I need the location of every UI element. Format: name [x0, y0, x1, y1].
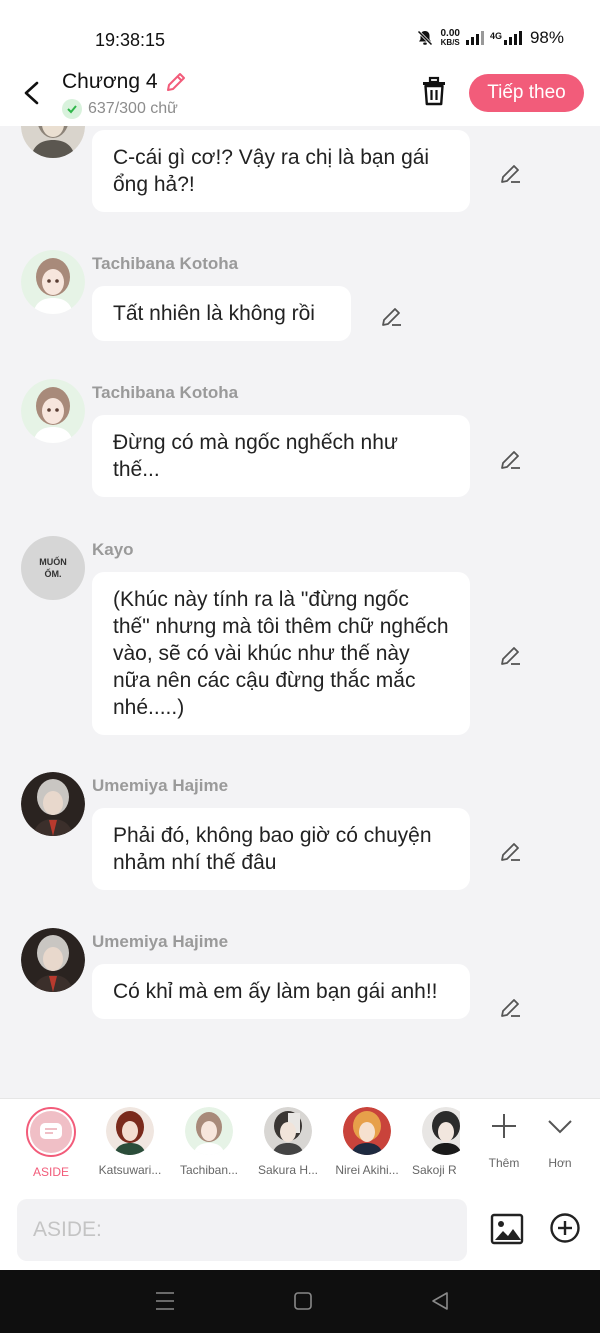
chapter-title[interactable]: Chương 4 — [62, 70, 188, 94]
avatar[interactable] — [21, 126, 85, 158]
trash-icon[interactable] — [419, 76, 449, 108]
character-name: Tachiban... — [179, 1163, 239, 1177]
edit-pencil-icon[interactable] — [499, 643, 523, 667]
character-avatar — [185, 1107, 233, 1155]
avatar[interactable] — [21, 772, 85, 836]
edit-pencil-icon[interactable] — [499, 161, 523, 185]
back-triangle-icon[interactable] — [430, 1290, 450, 1312]
add-character-button[interactable]: Thêm — [479, 1111, 529, 1170]
sender-name: Umemiya Hajime — [92, 776, 229, 795]
pencil-icon[interactable] — [164, 70, 188, 94]
edit-pencil-icon[interactable] — [499, 447, 523, 471]
character-aside[interactable]: ASIDE — [13, 1107, 89, 1179]
net-speed: 0.00 KB/S — [440, 28, 460, 48]
chat-bubble-icon — [40, 1123, 62, 1139]
more-characters-button[interactable]: Hơn — [535, 1111, 585, 1170]
message-bubble[interactable]: C-cái gì cơ!? Vậy ra chị là bạn gái ổng … — [92, 130, 470, 212]
more-label: Hơn — [548, 1156, 572, 1170]
aside-avatar — [26, 1107, 76, 1157]
chat-list[interactable]: C-cái gì cơ!? Vậy ra chị là bạn gái ổng … — [0, 126, 600, 1098]
battery-level: 98% — [529, 28, 564, 47]
edit-pencil-icon[interactable] — [499, 839, 523, 863]
home-icon[interactable] — [293, 1290, 313, 1312]
avatar[interactable] — [21, 379, 85, 443]
character-item[interactable]: Sakura H... — [250, 1107, 326, 1177]
status-time: 19:38:15 — [95, 30, 166, 50]
message-bubble[interactable]: (Khúc này tính ra là "đừng ngốc thế" như… — [92, 572, 470, 735]
message-bubble[interactable]: Đừng có mà ngốc nghếch như thế... — [92, 415, 470, 497]
message-bubble[interactable]: Có khỉ mà em ấy làm bạn gái anh!! — [92, 964, 470, 1019]
image-icon[interactable] — [490, 1212, 524, 1246]
sender-name: Kayo — [92, 540, 134, 559]
character-item[interactable]: Nirei Akihi... — [329, 1107, 405, 1177]
character-name: ASIDE — [32, 1165, 69, 1179]
sender-name: Tachibana Kotoha — [92, 254, 239, 273]
status-indicators: 0.00 KB/S 4G 98% — [416, 28, 564, 48]
message-bubble[interactable]: Phải đó, không bao giờ có chuyện nhảm nh… — [92, 808, 470, 890]
editor-header: Chương 4 637/300 chữ Tiếp theo — [0, 62, 600, 126]
add-circle-icon[interactable] — [549, 1212, 581, 1244]
next-button[interactable]: Tiếp theo — [469, 74, 584, 112]
add-label: Thêm — [488, 1156, 520, 1170]
character-item[interactable]: Tachiban... — [171, 1107, 247, 1177]
character-avatar — [264, 1107, 312, 1155]
character-bar: ASIDE Katsuwari... Tachiban... Sakura H.… — [0, 1098, 600, 1190]
character-name: Sakura H... — [257, 1163, 319, 1177]
signal-icon — [465, 31, 484, 45]
edit-pencil-icon[interactable] — [499, 995, 523, 1019]
character-name: Katsuwari... — [98, 1163, 162, 1177]
plus-icon — [492, 1114, 516, 1138]
chevron-down-icon — [548, 1120, 572, 1134]
word-count: 637/300 chữ — [62, 99, 178, 119]
check-icon — [62, 99, 82, 119]
sender-name: Umemiya Hajime — [92, 932, 229, 951]
character-item[interactable]: Katsuwari... — [92, 1107, 168, 1177]
character-avatar — [422, 1107, 460, 1155]
message-input[interactable] — [17, 1199, 467, 1261]
character-name: Sakoji R — [412, 1163, 457, 1177]
avatar[interactable]: MUỐN ỐM. — [21, 536, 85, 600]
signal-4g-icon: 4G — [490, 31, 522, 45]
character-name: Nirei Akihi... — [335, 1163, 399, 1177]
avatar[interactable] — [21, 250, 85, 314]
character-avatar — [343, 1107, 391, 1155]
menu-icon[interactable] — [155, 1290, 175, 1312]
sender-name: Tachibana Kotoha — [92, 383, 239, 402]
character-avatar — [106, 1107, 154, 1155]
system-nav-bar — [0, 1270, 600, 1333]
back-arrow-icon[interactable] — [20, 78, 44, 108]
input-bar — [0, 1190, 600, 1270]
edit-pencil-icon[interactable] — [380, 304, 404, 328]
message-bubble[interactable]: Tất nhiên là không rồi — [92, 286, 351, 341]
avatar[interactable] — [21, 928, 85, 992]
character-item[interactable]: Sakoji R — [408, 1107, 460, 1177]
mute-bell-icon — [417, 30, 434, 46]
